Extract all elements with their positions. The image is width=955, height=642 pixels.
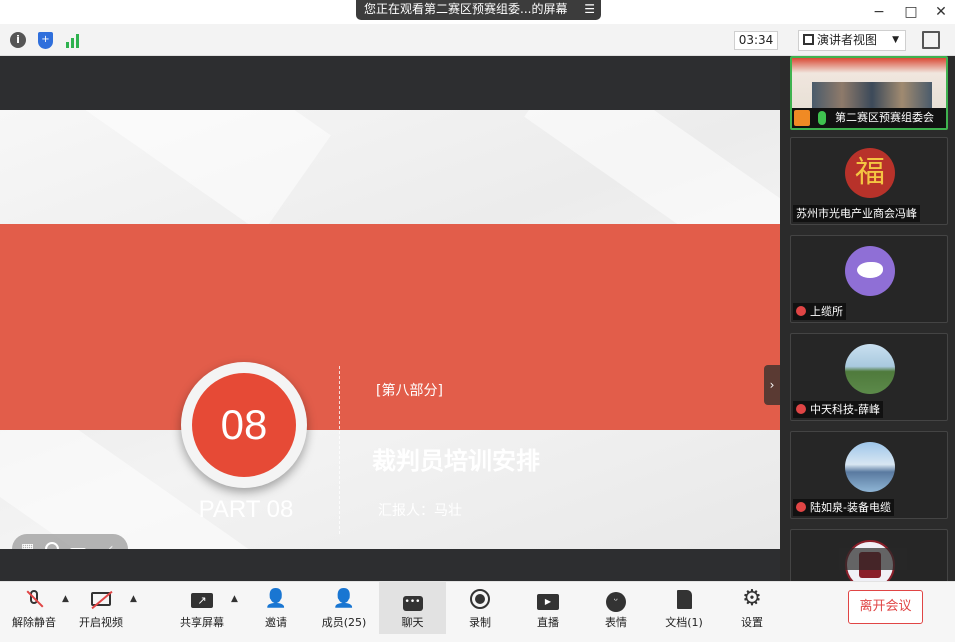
invite-label: 邀请 [265,616,287,629]
participant-name: 陆如泉-装备电缆 [810,501,891,514]
unmute-label: 解除静音 [12,616,56,629]
members-button[interactable]: 👤 成员(25) [312,582,376,634]
settings-button[interactable]: ⚙ 设置 [720,582,784,634]
annotation-toolbar: ▦ ‹ [12,534,128,549]
participant-tile[interactable]: 中天科技-薛峰 [790,333,948,421]
reactions-button[interactable]: ᵕ 表情 [584,582,648,634]
emoji-icon[interactable] [45,542,59,549]
share-options-caret-icon[interactable]: ▲ [231,594,238,604]
host-icon [794,110,810,126]
share-banner-text: 您正在观看第二赛区预赛组委...的屏幕 [364,2,568,16]
participant-name-row: 陆如泉-装备电缆 [793,499,894,516]
live-button[interactable]: ▶ 直播 [516,582,580,634]
record-label: 录制 [469,616,491,629]
audio-options-caret-icon[interactable]: ▲ [62,594,69,604]
members-label: 成员(25) [321,616,367,629]
participant-name: 苏州市光电产业商会冯峰 [793,205,920,222]
avatar: 福 [845,148,895,198]
network-signal-icon[interactable] [66,32,82,48]
gear-icon: ⚙ [742,586,762,611]
participant-tile[interactable] [790,529,948,581]
meeting-timer: 03:34 [734,31,778,50]
record-icon [468,588,492,610]
participant-name-row: 上缆所 [793,303,846,320]
mic-muted-icon [796,404,806,414]
share-screen-icon: ↗ [190,588,214,610]
view-mode-label: 演讲者视图 [817,33,878,47]
record-button[interactable]: 录制 [448,582,512,634]
part-label: PART 08 [198,496,294,523]
participant-tile[interactable]: 上缆所 [790,235,948,323]
view-mode-dropdown[interactable]: 演讲者视图 ▼ [798,30,906,51]
fullscreen-icon[interactable] [922,31,940,49]
meeting-info-bar: i + 03:34 演讲者视图 ▼ [0,24,955,56]
caret-down-icon: ▼ [892,35,899,45]
reactions-label: 表情 [605,616,627,629]
chat-label: 聊天 [401,616,424,629]
info-icon[interactable]: i [10,32,26,48]
participant-tile-active[interactable]: 第二赛区预赛组委会 [790,56,948,130]
leave-meeting-button[interactable]: 离开会议 [848,590,923,624]
maximize-button[interactable]: □ [900,2,922,22]
avatar [845,442,895,492]
camera-feed [792,58,946,108]
meeting-controls: 解除静音 ▲ 开启视频 ▲ ↗ 共享屏幕 ▲ 👤 邀请 👤 成员(25) •••… [0,581,955,642]
chat-icon: ••• [401,588,425,611]
video-off-icon [89,588,113,610]
menu-icon[interactable]: ☰ [584,0,595,19]
live-label: 直播 [537,616,559,629]
video-options-caret-icon[interactable]: ▲ [130,594,137,604]
docs-label: 文档(1) [665,616,703,629]
minimize-button[interactable]: − [868,2,890,22]
participant-name: 第二赛区预赛组委会 [835,111,934,124]
dashed-divider [339,366,340,534]
start-video-button[interactable]: 开启视频 [69,582,133,634]
start-video-label: 开启视频 [79,616,123,629]
avatar [845,344,895,394]
share-screen-button[interactable]: ↗ 共享屏幕 [170,582,234,634]
section-label: [第八部分] [376,383,443,399]
presentation-slide: 08 PART 08 [第八部分] 裁判员培训安排 汇报人：马壮 ▦ ‹ [0,110,780,549]
person-icon: 👤 [332,588,356,609]
share-banner[interactable]: 您正在观看第二赛区预赛组委...的屏幕 ☰ [356,0,601,20]
title-bar: 您正在观看第二赛区预赛组委...的屏幕 ☰ − □ ✕ [0,0,955,24]
section-number-badge: 08 [181,362,307,488]
mic-muted-icon [796,306,806,316]
slide-headline: 裁判员培训安排 [372,447,540,475]
participant-name: 上缆所 [810,305,843,318]
invite-button[interactable]: 👤 邀请 [244,582,308,634]
meeting-window: 您正在观看第二赛区预赛组委...的屏幕 ☰ − □ ✕ i + 03:34 演讲… [0,0,955,642]
chat-button[interactable]: ••• 聊天 [379,582,446,634]
participant-name-row: 中天科技-薛峰 [793,401,883,418]
slide-background-facet [49,110,331,234]
participant-tile[interactable]: 福 苏州市光电产业商会冯峰 [790,137,948,225]
mic-muted-icon [22,588,46,610]
add-person-icon: 👤 [264,588,288,609]
participant-gallery: 第二赛区预赛组委会 福 苏州市光电产业商会冯峰 上缆所 中天科技-薛峰 陆如泉-… [782,56,955,581]
live-tv-icon: ▶ [536,588,560,610]
apps-grid-icon[interactable]: ▦ [21,540,34,549]
chevron-left-icon[interactable]: ‹ [108,540,114,549]
mic-muted-icon [796,502,806,512]
security-shield-icon[interactable]: + [38,32,53,49]
share-screen-label: 共享屏幕 [180,616,224,629]
settings-label: 设置 [741,616,763,629]
smiley-icon: ᵕ [604,588,628,612]
mic-on-icon [818,111,826,125]
layout-icon [803,34,814,45]
gallery-collapse-button[interactable]: › [764,365,780,405]
unmute-button[interactable]: 解除静音 [2,582,66,634]
docs-button[interactable]: 文档(1) [652,582,716,634]
title-band: 08 PART 08 [第八部分] 裁判员培训安排 汇报人：马壮 [0,224,780,534]
document-icon [672,588,696,610]
participant-name: 中天科技-薛峰 [810,403,880,416]
chat-bubble-icon[interactable] [70,542,90,549]
section-number: 08 [192,373,296,477]
shared-screen: 08 PART 08 [第八部分] 裁判员培训安排 汇报人：马壮 ▦ ‹ › [0,56,780,581]
avatar [845,246,895,296]
participant-tile[interactable]: 陆如泉-装备电缆 [790,431,948,519]
close-button[interactable]: ✕ [930,2,952,22]
reporter-label: 汇报人：马壮 [378,503,462,519]
